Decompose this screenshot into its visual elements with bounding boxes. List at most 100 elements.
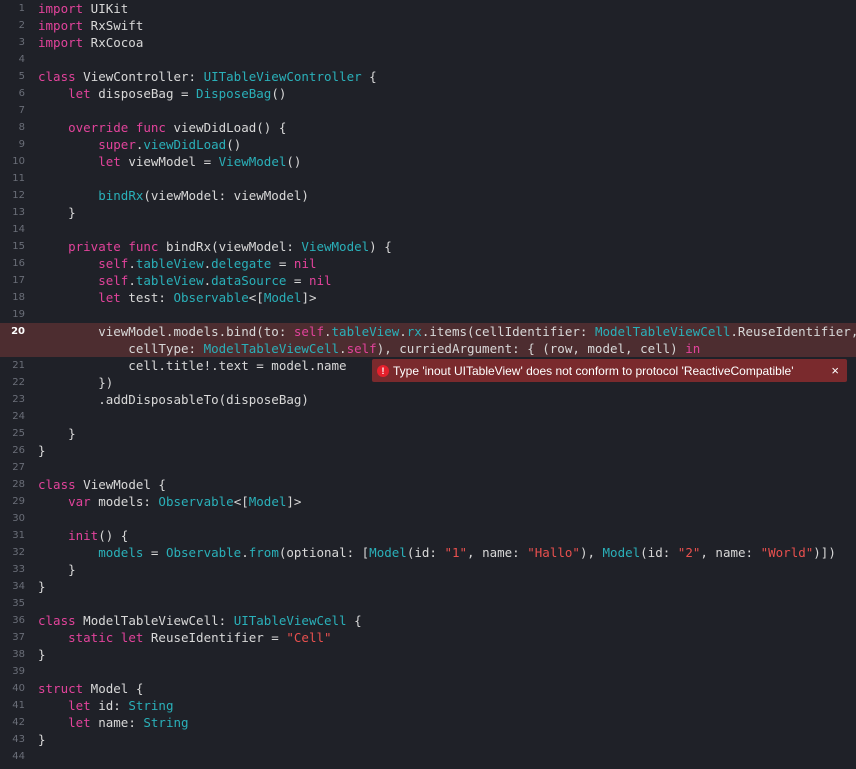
line-number: 5 — [18, 71, 25, 82]
code-token: super — [98, 137, 136, 152]
code-token: .items(cellIdentifier: — [421, 324, 595, 339]
code-line[interactable]: 26} — [0, 442, 856, 459]
code-token: self — [293, 324, 324, 339]
code-line[interactable]: 38} — [0, 646, 856, 663]
code-line[interactable]: 18 let test: Observable<[Model]> — [0, 289, 856, 306]
code-token: .addDisposableTo(disposeBag) — [38, 392, 309, 407]
code-line[interactable]: 30 — [0, 510, 856, 527]
code-line[interactable]: 15 private func bindRx(viewModel: ViewMo… — [0, 238, 856, 255]
code-token: String — [128, 698, 174, 713]
code-line[interactable]: 25 } — [0, 425, 856, 442]
code-line[interactable]: 32 models = Observable.from(optional: [M… — [0, 544, 856, 561]
code-line[interactable]: 24 — [0, 408, 856, 425]
code-token: import — [38, 1, 84, 16]
code-line[interactable]: 29 var models: Observable<[Model]> — [0, 493, 856, 510]
code-token: RxSwift — [83, 18, 144, 33]
code-text: }) — [38, 374, 113, 391]
close-icon[interactable]: × — [831, 363, 839, 378]
code-text: import UIKit — [38, 0, 128, 17]
code-line[interactable]: 31 init() { — [0, 527, 856, 544]
code-line-error[interactable]: 20 viewModel.models.bind(to: self.tableV… — [0, 323, 856, 357]
code-line[interactable]: 39 — [0, 663, 856, 680]
code-token: . — [323, 324, 332, 339]
code-line[interactable]: 13 } — [0, 204, 856, 221]
line-number: 10 — [12, 156, 25, 167]
code-token: rx — [406, 324, 422, 339]
code-line[interactable]: 5 class ViewController: UITableViewContro… — [0, 68, 856, 85]
code-line[interactable]: 14 — [0, 221, 856, 238]
code-token: . — [128, 256, 136, 271]
line-number: 8 — [18, 122, 25, 133]
code-line[interactable]: 27 — [0, 459, 856, 476]
code-token: self — [98, 256, 129, 271]
code-token: tableView — [135, 256, 204, 271]
code-line[interactable]: 4 — [0, 51, 856, 68]
code-line[interactable]: 36 class ModelTableViewCell: UITableViewC… — [0, 612, 856, 629]
code-line[interactable]: 28 class ViewModel { — [0, 476, 856, 493]
code-line[interactable]: 17 self.tableView.dataSource = nil — [0, 272, 856, 289]
code-line[interactable]: 41 let id: String — [0, 697, 856, 714]
code-token: RxCocoa — [83, 35, 144, 50]
code-line[interactable]: 34} — [0, 578, 856, 595]
code-line[interactable]: 16 self.tableView.delegate = nil — [0, 255, 856, 272]
line-number: 19 — [12, 309, 25, 320]
code-line[interactable]: 9 super.viewDidLoad() — [0, 136, 856, 153]
code-line[interactable]: 44 — [0, 748, 856, 765]
code-lines[interactable]: 1 import UIKit 2 import RxSwift 3 import RxCo… — [0, 0, 856, 765]
line-number: 4 — [18, 54, 25, 65]
code-token: class — [38, 69, 76, 84]
code-line[interactable]: 19 — [0, 306, 856, 323]
code-token: (id: — [640, 545, 678, 560]
code-token: in — [685, 341, 701, 356]
code-line[interactable]: 12 bindRx(viewModel: viewModel) — [0, 187, 856, 204]
code-token: . — [339, 341, 347, 356]
code-token: UIKit — [83, 1, 129, 16]
code-token: "1" — [444, 545, 468, 560]
code-token: viewModel = — [120, 154, 219, 169]
code-token: } — [38, 647, 46, 662]
line-number: 31 — [12, 530, 25, 541]
code-text: struct Model { — [38, 680, 143, 697]
code-text: let test: Observable<[Model]> — [38, 289, 316, 306]
code-line[interactable]: 40 struct Model { — [0, 680, 856, 697]
code-text: class ViewModel { — [38, 476, 166, 493]
code-token: viewDidLoad — [143, 137, 227, 152]
code-line[interactable]: 7 — [0, 102, 856, 119]
code-token: let — [98, 154, 121, 169]
code-token: () — [286, 154, 302, 169]
line-number: 6 — [18, 88, 25, 99]
line-number: 23 — [12, 394, 25, 405]
line-number: 3 — [18, 37, 25, 48]
code-line[interactable]: 1 import UIKit — [0, 0, 856, 17]
code-line[interactable]: 35 — [0, 595, 856, 612]
code-line[interactable]: 3 import RxCocoa — [0, 34, 856, 51]
code-line[interactable]: 33 } — [0, 561, 856, 578]
code-line[interactable]: 11 — [0, 170, 856, 187]
code-token: UITableViewCell — [233, 613, 347, 628]
code-token: { — [361, 69, 377, 84]
error-popup[interactable]: ! Type 'inout UITableView' does not conf… — [372, 359, 847, 382]
code-line[interactable]: 23 .addDisposableTo(disposeBag) — [0, 391, 856, 408]
code-line[interactable]: 42 let name: String — [0, 714, 856, 731]
line-number: 16 — [12, 258, 25, 269]
code-line[interactable]: 2 import RxSwift — [0, 17, 856, 34]
code-editor[interactable]: 1 import UIKit 2 import RxSwift 3 import RxCo… — [0, 0, 856, 769]
code-token: Model — [602, 545, 641, 560]
code-token: ViewModel { — [75, 477, 166, 492]
line-number: 34 — [12, 581, 25, 592]
line-number: 22 — [12, 377, 25, 388]
code-line[interactable]: 43} — [0, 731, 856, 748]
code-line[interactable]: 6 let disposeBag = DisposeBag() — [0, 85, 856, 102]
code-line[interactable]: 37 static let ReuseIdentifier = "Cell" — [0, 629, 856, 646]
code-text: import RxCocoa — [38, 34, 143, 51]
code-token: private func — [68, 239, 159, 254]
code-line[interactable]: 8 override func viewDidLoad() { — [0, 119, 856, 136]
line-number: 27 — [12, 462, 25, 473]
code-line[interactable]: 10 let viewModel = ViewModel() — [0, 153, 856, 170]
code-token: class — [38, 477, 76, 492]
